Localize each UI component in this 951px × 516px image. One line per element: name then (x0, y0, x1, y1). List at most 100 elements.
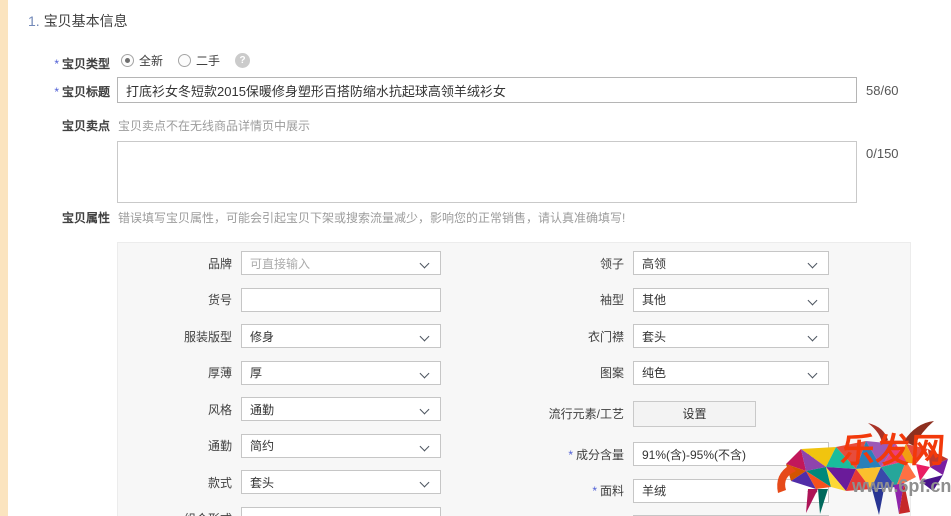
attr-row-collar: 领子高领 (510, 245, 910, 282)
product-type-label: *宝贝类型 (0, 55, 110, 72)
radio-option-used[interactable]: 二手 (178, 52, 220, 69)
chevron-down-icon (420, 405, 430, 415)
title-char-counter: 58/60 (866, 83, 899, 98)
placket-label: 衣门襟 (510, 328, 633, 345)
section-title: 1.宝贝基本信息 (28, 11, 128, 31)
attr-row-sleeve-type: 袖型其他 (510, 282, 910, 319)
attr-row-composition-content: *成分含量 91%(含)-95%(不含) (510, 436, 910, 473)
selling-point-textarea[interactable] (117, 141, 857, 203)
attr-row-clothing-cut: 服装版型修身 (118, 318, 510, 355)
chevron-down-icon (808, 486, 818, 496)
fabric-value: 羊绒 (642, 482, 666, 499)
item-number-label: 货号 (118, 291, 241, 308)
commute-value: 简约 (250, 437, 274, 454)
attr-row-placket: 衣门襟套头 (510, 318, 910, 355)
radio-unselected-icon[interactable] (178, 54, 191, 67)
clothing-cut-label: 服装版型 (118, 328, 241, 345)
item-number-input[interactable] (241, 288, 441, 312)
style-value: 通勤 (250, 401, 274, 418)
sleeve-type-select[interactable]: 其他 (633, 288, 829, 312)
combo-form-select[interactable] (241, 507, 441, 516)
radio-label-used: 二手 (196, 52, 220, 69)
chevron-down-icon (808, 295, 818, 305)
thickness-value: 厚 (250, 364, 262, 381)
required-asterisk: * (54, 85, 59, 99)
composition-content-select[interactable]: 91%(含)-95%(不含) (633, 442, 829, 466)
trend-elements-settings-button[interactable]: 设置 (633, 401, 756, 427)
radio-option-new[interactable]: 全新 (121, 52, 163, 69)
chevron-down-icon (420, 259, 430, 269)
composition-content-value: 91%(含)-95%(不含) (642, 446, 746, 463)
required-asterisk: * (54, 57, 59, 71)
attr-row-item-number: 货号 (118, 282, 510, 319)
brand-label: 品牌 (118, 255, 241, 272)
pattern-value: 纯色 (642, 364, 666, 381)
placket-select[interactable]: 套头 (633, 324, 829, 348)
chevron-down-icon (420, 478, 430, 488)
sleeve-type-value: 其他 (642, 291, 666, 308)
collar-label: 领子 (510, 255, 633, 272)
attributes-warning: 错误填写宝贝属性，可能会引起宝贝下架或搜索流量减少，影响您的正常销售，请认真准确… (118, 209, 625, 226)
attributes-column-left: 品牌可直接输入货号服装版型修身厚薄厚风格通勤通勤简约款式套头组合形式 (118, 245, 510, 516)
chevron-down-icon (808, 368, 818, 378)
chevron-down-icon (808, 450, 818, 460)
attr-row-brand: 品牌可直接输入 (118, 245, 510, 282)
composition-content-label: *成分含量 (510, 446, 633, 463)
attributes-panel: 品牌可直接输入货号服装版型修身厚薄厚风格通勤通勤简约款式套头组合形式 领子高领袖… (117, 242, 911, 516)
attr-row-commute: 通勤简约 (118, 428, 510, 465)
radio-selected-icon[interactable] (121, 54, 134, 67)
chevron-down-icon (808, 259, 818, 269)
product-title-input[interactable] (117, 77, 857, 103)
attr-row-pattern: 图案纯色 (510, 355, 910, 392)
required-asterisk: * (568, 448, 573, 462)
knit-style-select[interactable]: 套头 (241, 470, 441, 494)
collar-select[interactable]: 高领 (633, 251, 829, 275)
brand-value: 可直接输入 (250, 255, 310, 272)
section-number: 1. (28, 13, 40, 29)
knit-style-label: 款式 (118, 474, 241, 491)
radio-label-new: 全新 (139, 52, 163, 69)
product-type-radio-group: 全新 二手 ? (121, 52, 250, 69)
attr-row-knit-style: 款式套头 (118, 464, 510, 501)
thickness-select[interactable]: 厚 (241, 361, 441, 385)
attr-row-combo-form: 组合形式 (118, 501, 510, 516)
combo-form-label: 组合形式 (118, 510, 241, 516)
selling-point-hint: 宝贝卖点不在无线商品详情页中展示 (118, 117, 310, 134)
attr-row-extra-field (510, 509, 910, 516)
placket-value: 套头 (642, 328, 666, 345)
attr-row-style: 风格通勤 (118, 391, 510, 428)
product-edit-page: 1.宝贝基本信息 *宝贝类型 全新 二手 ? *宝贝标题 58/60 宝贝卖点 … (0, 0, 951, 516)
help-icon[interactable]: ? (235, 53, 250, 68)
style-label: 风格 (118, 401, 241, 418)
clothing-cut-select[interactable]: 修身 (241, 324, 441, 348)
trend-elements-label: 流行元素/工艺 (510, 405, 633, 422)
knit-style-value: 套头 (250, 474, 274, 491)
fabric-select[interactable]: 羊绒 (633, 479, 829, 503)
chevron-down-icon (420, 441, 430, 451)
chevron-down-icon (420, 368, 430, 378)
sleeve-type-label: 袖型 (510, 291, 633, 308)
attr-row-fabric: *面料羊绒 (510, 473, 910, 510)
chevron-down-icon (808, 332, 818, 342)
selling-point-char-counter: 0/150 (866, 146, 899, 161)
page-left-margin-strip (0, 0, 8, 516)
thickness-label: 厚薄 (118, 364, 241, 381)
required-asterisk: * (592, 484, 597, 498)
brand-select[interactable]: 可直接输入 (241, 251, 441, 275)
attributes-column-right: 领子高领袖型其他衣门襟套头图案纯色流行元素/工艺设置*成分含量91%(含)-95… (510, 245, 910, 516)
attr-row-trend-elements: 流行元素/工艺设置 (510, 391, 910, 436)
attr-row-thickness: 厚薄厚 (118, 355, 510, 392)
pattern-label: 图案 (510, 364, 633, 381)
fabric-label: *面料 (510, 482, 633, 499)
pattern-select[interactable]: 纯色 (633, 361, 829, 385)
section-title-text: 宝贝基本信息 (44, 13, 128, 29)
clothing-cut-value: 修身 (250, 328, 274, 345)
collar-value: 高领 (642, 255, 666, 272)
commute-select[interactable]: 简约 (241, 434, 441, 458)
attributes-label: 宝贝属性 (0, 209, 110, 226)
chevron-down-icon (420, 332, 430, 342)
product-title-label: *宝贝标题 (0, 83, 110, 100)
selling-point-label: 宝贝卖点 (0, 117, 110, 134)
style-select[interactable]: 通勤 (241, 397, 441, 421)
commute-label: 通勤 (118, 437, 241, 454)
